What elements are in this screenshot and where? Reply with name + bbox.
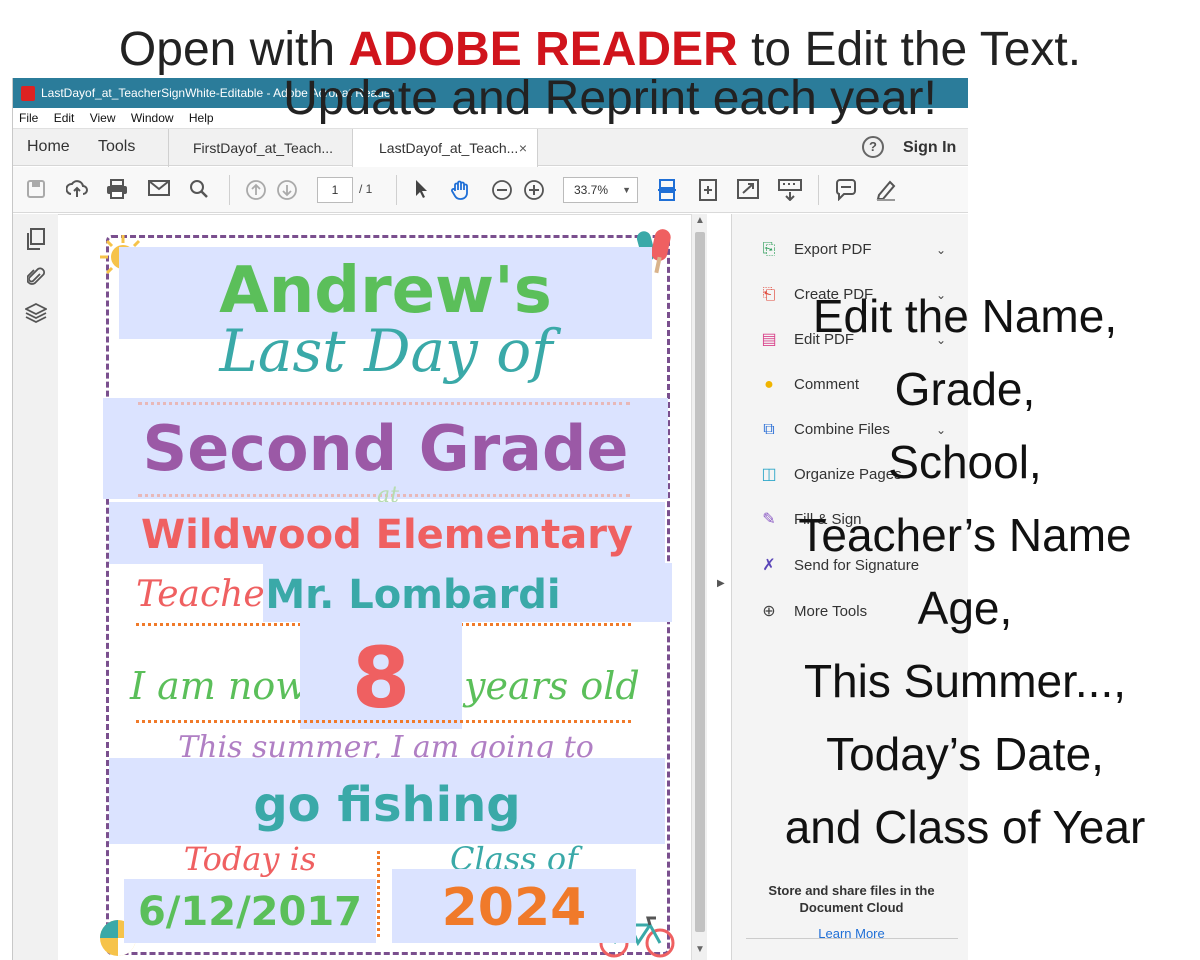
email-icon[interactable]	[148, 179, 170, 201]
zoom-value: 33.7%	[574, 183, 609, 197]
vertical-scrollbar[interactable]: ▲ ▼	[691, 214, 707, 960]
headline: Open with ADOBE READER to Edit the Text.	[0, 22, 1200, 78]
page-thumbnails-icon[interactable]	[25, 228, 47, 250]
scrollbar-thumb[interactable]	[695, 232, 705, 932]
instruction-line: Teacher’s Name	[798, 509, 1132, 561]
highlight-pen-icon[interactable]	[875, 179, 897, 201]
summer-text: go fishing	[253, 777, 521, 833]
select-cursor-icon[interactable]	[410, 179, 432, 201]
attachments-icon[interactable]	[25, 266, 47, 288]
chevron-down-icon[interactable]: ⌄	[936, 238, 946, 262]
scroll-down-icon[interactable]: ▼	[695, 944, 705, 955]
comment-tool-icon[interactable]	[835, 179, 857, 202]
main-toolbar: 1 / 1 33.7% ▼	[13, 167, 968, 213]
instruction-line: Today’s Date,	[826, 728, 1104, 780]
instruction-line: This Summer...,	[803, 655, 1127, 707]
tab-first-day[interactable]: FirstDayof_at_Teach...	[168, 129, 353, 167]
toolbar-divider	[229, 175, 230, 205]
zoom-select[interactable]: 33.7% ▼	[563, 177, 638, 203]
zoom-out-icon[interactable]	[491, 179, 513, 201]
instruction-line: Edit the Name,	[812, 290, 1118, 342]
chevron-down-icon: ▼	[622, 185, 631, 195]
print-icon[interactable]	[106, 179, 128, 201]
learn-more-link[interactable]: Learn More	[754, 926, 949, 941]
instruction-line: Age,	[917, 582, 1013, 634]
layers-icon[interactable]	[23, 302, 49, 324]
document-cloud-promo: Store and share files in the Document Cl…	[768, 883, 935, 915]
subheadline: Update and Reprint each year!	[283, 72, 937, 125]
collapse-right-panel-icon[interactable]: ▶	[717, 578, 725, 589]
sign-in-button[interactable]: Sign In	[903, 139, 956, 157]
instruction-line: and Class of Year	[784, 801, 1146, 853]
fit-width-icon[interactable]	[656, 179, 678, 201]
edit-instructions: Edit the Name, Grade, School, Teacher’s …	[755, 280, 1175, 864]
tool-export-pdf[interactable]: ⎘ Export PDF ⌄	[758, 238, 968, 262]
dotted-vertical-divider	[377, 851, 380, 937]
headline-prefix: Open with	[118, 23, 349, 76]
tab-label: LastDayof_at_Teach...	[379, 140, 519, 156]
grade-text: Second Grade	[142, 412, 629, 485]
scroll-up-icon[interactable]: ▲	[695, 215, 705, 226]
pdf-page: Andrew's Last Day of Second Grade at Wil…	[58, 215, 691, 960]
instruction-line: School,	[888, 436, 1042, 488]
instruction-line: Grade,	[894, 363, 1036, 415]
today-label: Today is	[183, 840, 317, 878]
help-icon[interactable]: ?	[862, 136, 884, 158]
age-suffix: years old	[464, 664, 640, 708]
search-icon[interactable]	[188, 179, 210, 201]
adobe-reader-brand: ADOBE READER	[348, 23, 738, 76]
school-text: Wildwood Elementary	[140, 512, 633, 558]
hand-tool-icon[interactable]	[450, 179, 472, 201]
nav-tools[interactable]: Tools	[98, 138, 135, 156]
cloud-upload-icon[interactable]	[65, 179, 88, 201]
page-total: / 1	[359, 182, 373, 196]
close-tab-icon[interactable]: ×	[519, 129, 527, 167]
dotted-divider	[136, 720, 631, 723]
page-number-input[interactable]: 1	[317, 177, 353, 203]
date-text: 6/12/2017	[137, 889, 363, 935]
age-number: 8	[351, 629, 411, 727]
tab-bar: Home Tools FirstDayof_at_Teach... LastDa…	[13, 128, 968, 168]
student-name: Andrew's	[219, 254, 552, 328]
full-screen-icon[interactable]	[737, 179, 759, 201]
tool-label: Export PDF	[794, 241, 872, 258]
export-pdf-icon: ⎘	[762, 241, 776, 258]
class-year: 2024	[441, 878, 587, 938]
zoom-in-icon[interactable]	[523, 179, 545, 201]
previous-page-icon[interactable]	[245, 179, 267, 201]
toolbar-divider	[396, 175, 397, 205]
rotate-view-icon[interactable]	[697, 179, 719, 201]
nav-home[interactable]: Home	[27, 138, 70, 156]
toolbar-divider	[818, 175, 819, 205]
headline-suffix: to Edit the Text.	[737, 23, 1082, 76]
dotted-divider	[138, 402, 630, 405]
tab-label: FirstDayof_at_Teach...	[193, 140, 334, 156]
keyboard-icon[interactable]	[778, 179, 802, 202]
tab-last-day[interactable]: LastDayof_at_Teach... ×	[353, 129, 538, 168]
save-icon[interactable]	[25, 179, 47, 201]
last-day-of-text: Last Day of	[219, 317, 553, 385]
left-navigation-panel	[13, 214, 59, 960]
age-prefix: I am now	[130, 664, 308, 708]
next-page-icon[interactable]	[276, 179, 298, 201]
